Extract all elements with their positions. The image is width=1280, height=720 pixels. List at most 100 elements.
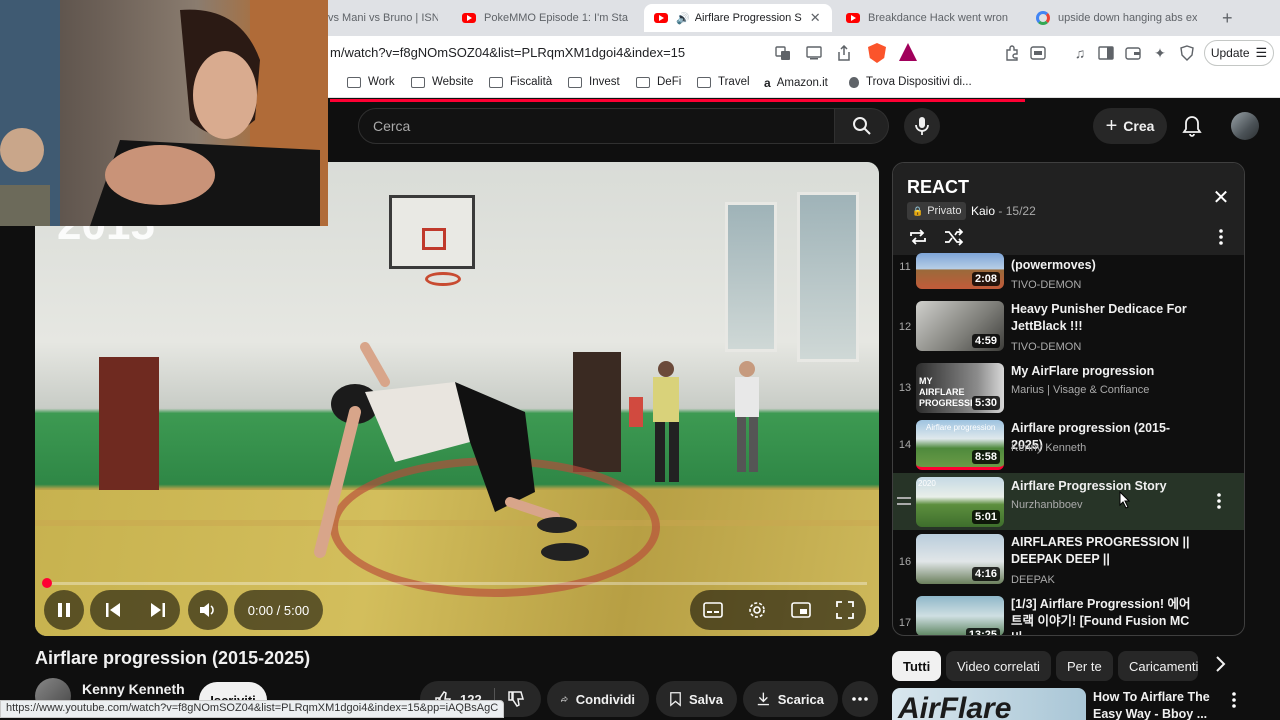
bookmark-label: DeFi	[657, 76, 682, 88]
related-more-icon[interactable]	[1232, 692, 1236, 713]
save-button[interactable]: Salva	[656, 681, 737, 717]
extensions-icon[interactable]	[1003, 44, 1021, 62]
video-scrubber[interactable]	[45, 582, 867, 585]
chevron-right-icon[interactable]	[1214, 655, 1232, 675]
folder-icon	[636, 76, 650, 88]
item-thumbnail: 4:59	[916, 301, 1004, 351]
related-thumbnail[interactable]: AirFlare	[892, 688, 1086, 720]
chip-uploads[interactable]: Caricamenti	[1118, 651, 1198, 681]
save-label: Salva	[689, 691, 723, 707]
playlist-item[interactable]: 14 Airflare progression 8:58 Airflare pr…	[893, 418, 1244, 475]
gym-window	[725, 202, 777, 352]
next-icon[interactable]	[149, 602, 167, 618]
scrubber-handle[interactable]	[42, 578, 52, 588]
related-title[interactable]: How To Airflare The Easy Way - Bboy ...	[1093, 689, 1223, 720]
item-index: 17	[898, 617, 912, 629]
vpn-shield-icon[interactable]	[1178, 44, 1196, 62]
item-channel: Marius | Visage & Confiance	[1011, 384, 1150, 396]
bookmark-amazon[interactable]: a Amazon.it	[764, 76, 828, 90]
cast-icon[interactable]	[805, 44, 823, 62]
bookmark-defi[interactable]: DeFi	[636, 76, 681, 88]
fullscreen-icon[interactable]	[835, 601, 854, 619]
owner-name[interactable]: Kaio	[971, 204, 995, 218]
background-people	[629, 361, 759, 482]
create-label: Crea	[1123, 118, 1155, 134]
prev-next-group	[90, 590, 180, 630]
update-label: Update	[1210, 46, 1250, 60]
close-playlist-icon[interactable]: ✕	[1210, 186, 1232, 209]
update-button[interactable]: Update ☰	[1204, 40, 1274, 66]
share-icon[interactable]	[835, 44, 853, 62]
new-tab-button[interactable]: +	[1222, 8, 1233, 29]
channel-name[interactable]: Kenny Kenneth	[82, 681, 185, 697]
item-duration: 5:30	[971, 396, 1000, 410]
download-icon	[757, 692, 769, 706]
playlist-title[interactable]: REACT	[907, 177, 969, 198]
thumbnail-text: Airflare progression	[926, 423, 996, 432]
previous-icon[interactable]	[104, 602, 122, 618]
share-arrow-icon	[561, 696, 568, 703]
playlist-owner: Kaio - 15/22	[971, 204, 1036, 218]
search-button[interactable]	[835, 108, 889, 144]
thumbs-down-icon[interactable]	[507, 690, 525, 708]
search-input[interactable]: Cerca	[358, 108, 835, 144]
drag-handle-icon[interactable]	[897, 497, 911, 505]
screen: vs Mani vs Bruno | ISN PokeMMO Episode 1…	[0, 0, 1280, 720]
download-button[interactable]: Scarica	[743, 681, 838, 717]
volume-button[interactable]	[188, 590, 228, 630]
item-thumbnail: Airflare progression 8:58	[916, 420, 1004, 470]
music-note-icon[interactable]: ♫	[1071, 44, 1089, 62]
basketball-hoop	[425, 272, 461, 286]
account-avatar[interactable]	[1231, 112, 1259, 140]
microphone-icon	[915, 117, 929, 135]
privacy-badge: 🔒 Privato	[907, 202, 967, 220]
tab-google[interactable]: upside down hanging abs ex	[1026, 4, 1212, 32]
loop-icon[interactable]	[907, 226, 929, 248]
item-index: 16	[898, 556, 912, 568]
item-more-icon[interactable]	[1211, 491, 1227, 511]
voice-search-button[interactable]	[904, 108, 940, 144]
pause-button[interactable]	[44, 590, 84, 630]
wallet-icon[interactable]	[1124, 44, 1142, 62]
tab-breakdance[interactable]: Breakdance Hack went wron	[836, 4, 1020, 32]
share-button[interactable]: Condividi	[547, 681, 649, 717]
playlist-more-icon[interactable]	[1210, 226, 1232, 248]
video-player[interactable]: 2015	[35, 162, 879, 636]
tab-airflare-active[interactable]: 🔊 Airflare Progression S ✕	[644, 4, 832, 32]
more-actions-button[interactable]	[842, 681, 878, 717]
bookmark-travel[interactable]: Travel	[697, 76, 750, 88]
webcam-person	[0, 0, 328, 226]
bookmark-find-devices[interactable]: Trova Dispositivi di...	[849, 76, 972, 88]
subtitles-icon[interactable]	[702, 602, 723, 618]
sidebar-icon[interactable]	[1097, 44, 1115, 62]
tab-label: upside down hanging abs ex	[1058, 12, 1198, 24]
bookmark-invest[interactable]: Invest	[568, 76, 620, 88]
url-field[interactable]: m/watch?v=f8gNOmSOZ04&list=PLRqmXM1dgoi4…	[330, 45, 685, 60]
close-tab-icon[interactable]: ✕	[810, 10, 821, 26]
pause-icon	[58, 603, 70, 617]
settings-gear-icon[interactable]	[748, 601, 766, 619]
notifications-bell-icon[interactable]	[1180, 114, 1204, 138]
leo-ai-icon[interactable]: ✦	[1151, 44, 1169, 62]
playlist-item[interactable]: 16 4:16 AIRFLARES PROGRESSION || DEEPAK …	[893, 532, 1244, 589]
playlist-item[interactable]: 17 13:25 [1/3] Airflare Progression! 에어트…	[893, 593, 1244, 635]
chip-for-you[interactable]: Per te	[1056, 651, 1113, 681]
create-button[interactable]: + Crea	[1093, 108, 1167, 144]
menu-icon: ☰	[1255, 45, 1268, 60]
playlist-item-current[interactable]: 2020 5:01 Airflare Progression Story Nur…	[893, 473, 1244, 530]
playlist-item[interactable]: 12 4:59 Heavy Punisher Dedicace For Jett…	[893, 299, 1244, 356]
bookmark-fiscalita[interactable]: Fiscalità	[489, 76, 552, 88]
playlist-panel: REACT 🔒 Privato Kaio - 15/22 ✕ 11 2:08 (…	[892, 162, 1245, 636]
bookmark-website[interactable]: Website	[411, 76, 473, 88]
chip-related[interactable]: Video correlati	[946, 651, 1051, 681]
reading-list-icon[interactable]	[1029, 44, 1047, 62]
bookmark-work[interactable]: Work	[347, 76, 395, 88]
tab-pokemmo[interactable]: PokeMMO Episode 1: I'm Sta	[452, 4, 638, 32]
miniplayer-icon[interactable]	[790, 602, 811, 618]
shuffle-icon[interactable]	[943, 226, 965, 248]
tab-isn[interactable]: vs Mani vs Bruno | ISN	[318, 4, 448, 32]
bookmark-label: Website	[432, 76, 474, 88]
translate-icon[interactable]	[774, 44, 792, 62]
chip-all[interactable]: Tutti	[892, 651, 942, 681]
playlist-item[interactable]: 13 MY AIRFLARE PROGRESSI 5:30 My AirFlar…	[893, 361, 1244, 418]
